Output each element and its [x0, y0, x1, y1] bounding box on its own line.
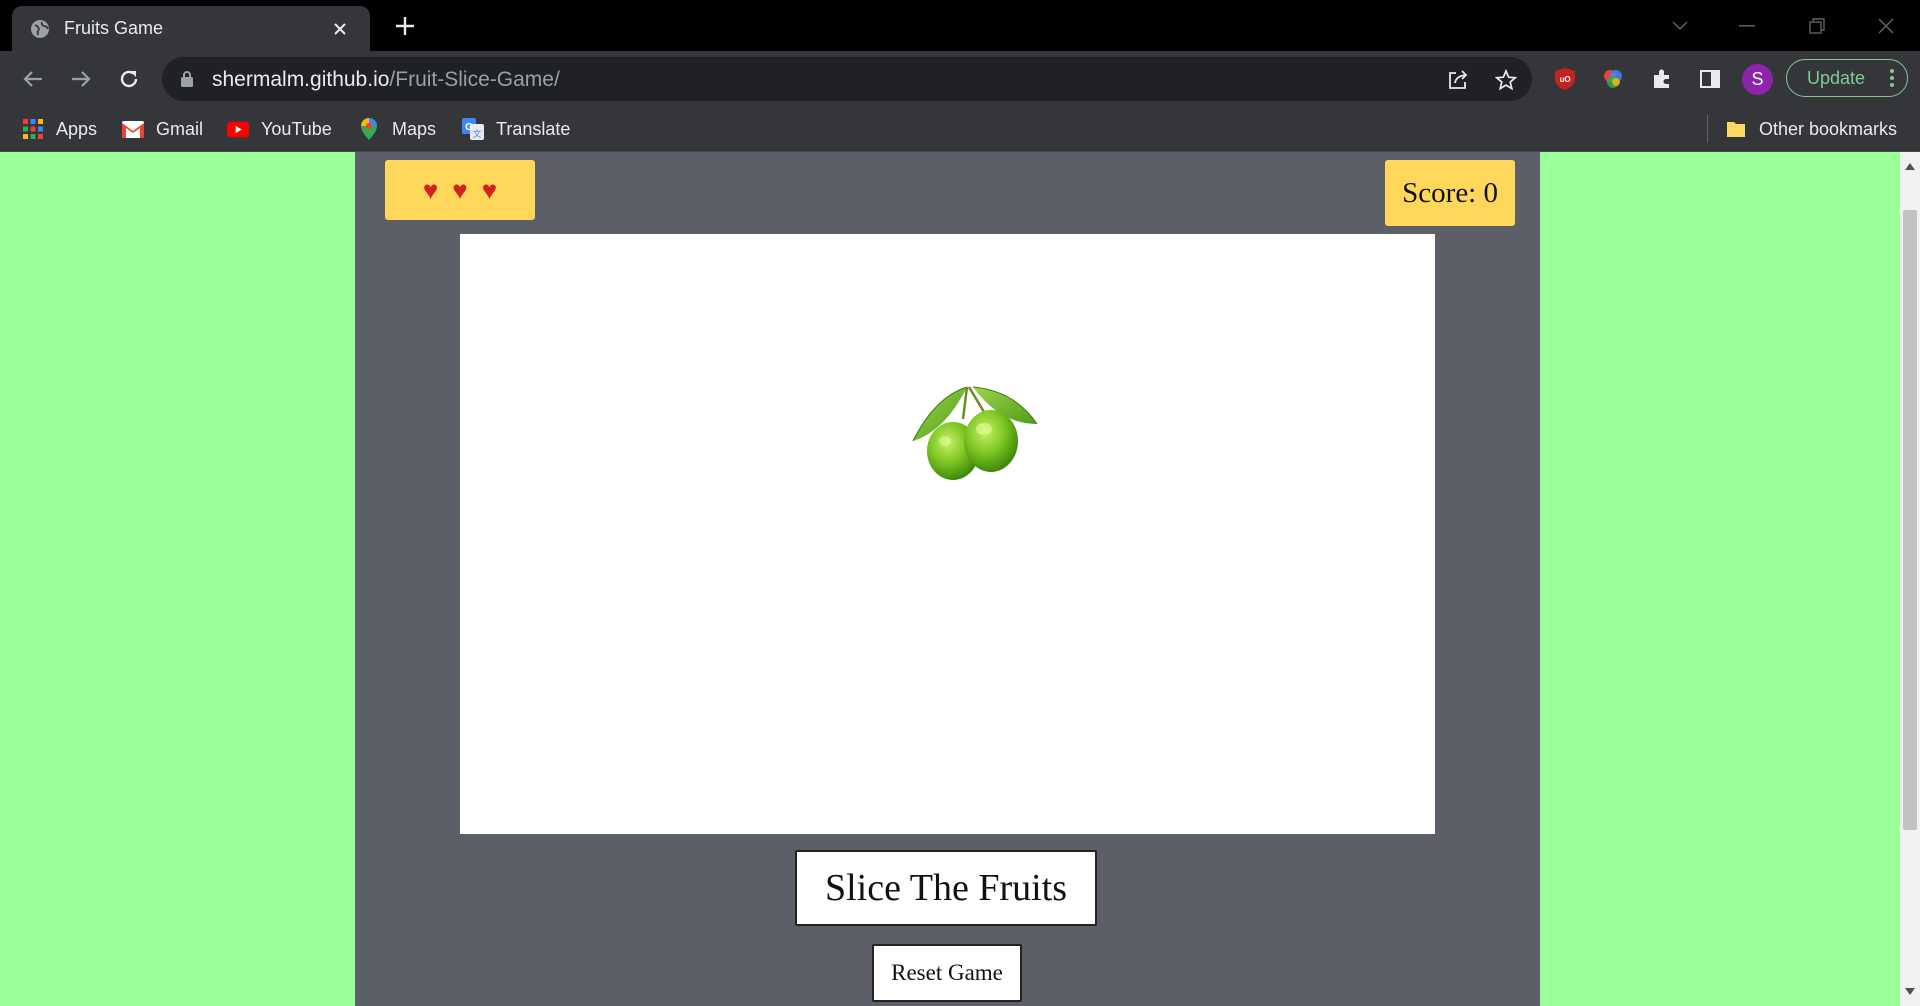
more-menu-icon[interactable]	[1889, 68, 1895, 88]
bookmark-youtube[interactable]: YouTube	[227, 116, 332, 142]
url-path: /Fruit-Slice-Game/	[389, 68, 560, 91]
translate-icon: G文	[462, 118, 484, 140]
bookmarks-bar: Apps Gmail YouTube Maps G文 Translate Oth…	[0, 107, 1920, 152]
close-window-icon[interactable]	[1872, 12, 1900, 40]
tab-search-icon[interactable]	[1666, 12, 1694, 40]
close-tab-icon[interactable]	[328, 17, 352, 41]
bookmark-translate[interactable]: G文 Translate	[462, 116, 570, 142]
bookmarks-divider	[1707, 115, 1708, 143]
minimize-icon[interactable]	[1733, 12, 1761, 40]
svg-text:uO: uO	[1559, 75, 1570, 84]
extensions-puzzle-icon[interactable]	[1648, 65, 1676, 93]
scrollbar-thumb[interactable]	[1903, 210, 1917, 830]
side-panel-icon[interactable]	[1696, 65, 1724, 93]
bookmark-label: Translate	[496, 118, 571, 139]
url-text: shermalm.github.io/Fruit-Slice-Game/	[212, 68, 560, 92]
update-label: Update	[1807, 67, 1866, 88]
page-body: ♥ ♥ ♥ Score: 0 Slice The Fruits Reset Ga…	[0, 152, 1900, 1006]
tab-strip: Fruits Game	[0, 0, 1920, 51]
forward-icon[interactable]	[67, 65, 95, 93]
update-button[interactable]: Update	[1786, 59, 1908, 97]
url-host: shermalm.github.io	[212, 68, 390, 91]
browser-tab[interactable]: Fruits Game	[12, 6, 370, 51]
gmail-icon	[122, 118, 144, 140]
profile-avatar[interactable]: S	[1742, 64, 1773, 95]
bookmark-other[interactable]: Other bookmarks	[1725, 116, 1897, 142]
bookmark-label: Gmail	[156, 118, 204, 139]
color-extension-icon[interactable]	[1599, 65, 1627, 93]
globe-icon	[31, 19, 49, 38]
tab-title: Fruits Game	[64, 18, 164, 38]
restore-icon[interactable]	[1803, 12, 1831, 40]
lives-box: ♥ ♥ ♥	[385, 160, 535, 220]
heart-icon: ♥	[481, 174, 498, 205]
fruit-area[interactable]	[460, 234, 1435, 834]
new-tab-icon[interactable]	[392, 13, 418, 39]
game-container: ♥ ♥ ♥ Score: 0 Slice The Fruits Reset Ga…	[355, 152, 1540, 1006]
lock-icon	[181, 71, 193, 87]
heart-icon: ♥	[452, 174, 468, 205]
back-icon[interactable]	[19, 65, 47, 93]
heart-icon: ♥	[422, 174, 439, 205]
folder-icon	[1725, 118, 1747, 140]
bookmark-label: Maps	[392, 118, 437, 139]
bookmark-gmail[interactable]: Gmail	[122, 116, 203, 142]
youtube-icon	[227, 118, 249, 140]
scroll-up-arrow-icon[interactable]	[1905, 163, 1915, 170]
apps-grid-icon	[22, 118, 44, 140]
address-bar[interactable]: shermalm.github.io/Fruit-Slice-Game/	[162, 57, 1532, 101]
svg-text:文: 文	[472, 128, 481, 139]
browser-toolbar: shermalm.github.io/Fruit-Slice-Game/ uO …	[0, 51, 1920, 107]
bookmark-maps[interactable]: Maps	[358, 116, 436, 142]
ublock-origin-icon[interactable]: uO	[1551, 65, 1579, 93]
bookmark-label: Other bookmarks	[1759, 118, 1898, 139]
start-game-button[interactable]: Slice The Fruits	[795, 850, 1097, 926]
bookmark-label: YouTube	[261, 118, 332, 139]
scroll-down-arrow-icon[interactable]	[1905, 988, 1915, 995]
maps-pin-icon	[358, 118, 380, 140]
bookmark-star-icon[interactable]	[1492, 66, 1520, 94]
bookmark-label: Apps	[56, 118, 98, 139]
reset-game-button[interactable]: Reset Game	[872, 944, 1022, 1002]
score-box: Score: 0	[1385, 160, 1515, 226]
share-icon[interactable]	[1444, 66, 1472, 94]
page-scrollbar[interactable]	[1900, 152, 1920, 1006]
bookmark-apps[interactable]: Apps	[22, 116, 97, 142]
reload-icon[interactable]	[115, 65, 143, 93]
green-mango-icon[interactable]	[905, 379, 1040, 484]
